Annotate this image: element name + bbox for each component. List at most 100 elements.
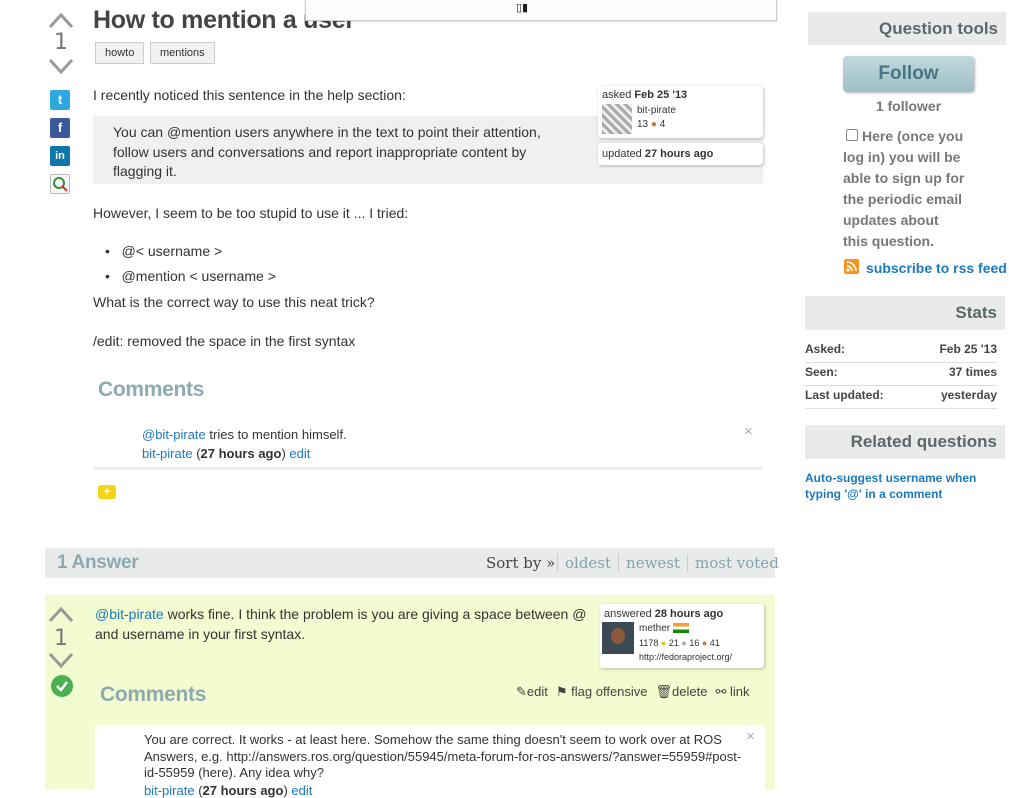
facebook-icon[interactable]: f xyxy=(50,118,70,138)
comment-author[interactable]: bit-pirate xyxy=(142,446,193,461)
answers-count: 1 Answer xyxy=(57,552,139,573)
gold-count: 21 xyxy=(668,638,679,648)
edit-control[interactable]: ✎edit xyxy=(516,684,548,700)
floating-popup: ▯▮ xyxy=(305,0,777,21)
tag-mentions[interactable]: mentions xyxy=(150,42,215,64)
stat-label: Asked: xyxy=(805,342,846,356)
bronze-count: 41 xyxy=(709,638,720,648)
stats-header: Stats xyxy=(805,296,1005,330)
answer-mention[interactable]: @bit-pirate xyxy=(95,606,164,622)
rss-link[interactable]: subscribe to rss feed xyxy=(866,260,1007,276)
comment-time: 27 hours ago xyxy=(200,446,282,461)
updated-card: updated 27 hours ago xyxy=(598,143,763,165)
question-tools-header: Question tools xyxy=(808,12,1006,45)
vote-up-icon[interactable] xyxy=(48,11,74,29)
stat-row-asked: Asked: Feb 25 '13 xyxy=(805,342,997,363)
answered-user[interactable]: mether xyxy=(639,623,670,634)
linkedin-icon[interactable]: in xyxy=(50,146,70,166)
follow-button[interactable]: Follow xyxy=(843,56,974,92)
answered-site[interactable]: http://fedoraproject.org/ xyxy=(639,652,732,662)
answered-card: answered 28 hours ago mether 1178 ● 21 ●… xyxy=(600,604,764,668)
sort-by-label: Sort by » xyxy=(486,554,556,572)
sort-oldest[interactable]: oldest xyxy=(557,554,618,572)
asked-badge-count: 4 xyxy=(659,119,666,130)
answer-comment-text: You are correct. It works - at least her… xyxy=(144,732,742,780)
rss-icon[interactable] xyxy=(844,259,859,274)
sort-most-voted[interactable]: most voted xyxy=(687,554,786,572)
trash-icon: 🗑 xyxy=(655,684,673,699)
question-tools-title: Question tools xyxy=(879,19,998,38)
asked-date: Feb 25 '13 xyxy=(634,89,688,101)
bullet-2: • @mention < username > xyxy=(105,268,276,284)
accepted-check-icon[interactable] xyxy=(51,675,73,697)
list-item: @mention < username > xyxy=(121,268,276,284)
answered-time: 28 hours ago xyxy=(654,608,724,620)
question-body-p2: However, I seem to be too stupid to use … xyxy=(93,205,409,221)
answer-vote-count: 1 xyxy=(54,626,68,651)
link-label: link xyxy=(730,684,750,699)
bronze-badge-icon: ● xyxy=(701,638,708,648)
silver-count: 16 xyxy=(689,638,700,648)
edit-label: edit xyxy=(526,684,548,699)
stat-row-updated: Last updated: yesterday xyxy=(805,388,997,409)
vote-up-icon[interactable] xyxy=(48,605,74,623)
stat-label: Last updated: xyxy=(805,388,884,402)
sort-newest[interactable]: newest xyxy=(618,554,687,572)
avatar[interactable] xyxy=(602,622,634,654)
question-quote-text: You can @mention users anywhere in the t… xyxy=(113,124,541,179)
link-control[interactable]: ⚯ link xyxy=(715,684,749,700)
vote-down-icon[interactable] xyxy=(48,58,74,76)
question-vote-count: 1 xyxy=(54,30,68,55)
comment-delete-icon[interactable]: × xyxy=(746,728,755,745)
india-flag-icon xyxy=(672,623,689,634)
comment-edit-link[interactable]: edit xyxy=(289,446,310,461)
related-question-link[interactable]: Auto-suggest username when typing '@' in… xyxy=(805,470,1005,502)
question-body-p4: /edit: removed the space in the first sy… xyxy=(93,333,356,349)
asked-label: asked xyxy=(602,89,632,101)
sort-options: oldest newest most voted xyxy=(557,554,786,572)
popup-handle-icon: ▯▮ xyxy=(516,2,529,14)
related-title: Related questions xyxy=(850,432,997,451)
answer-comment: You are correct. It works - at least her… xyxy=(95,725,765,798)
email-note: Here (once you log in) you will be able … xyxy=(843,128,965,249)
bullet-1: • @< username > xyxy=(105,243,223,259)
comment-delete-icon[interactable]: × xyxy=(744,423,753,440)
link-icon: ⚯ xyxy=(715,684,727,699)
delete-control[interactable]: 🗑delete xyxy=(656,684,708,700)
flag-control[interactable]: ⚑ flag offensive xyxy=(556,684,648,700)
answer-comments-title: Comments xyxy=(100,683,207,706)
answer-body: @bit-pirate works fine. I think the prob… xyxy=(95,605,590,644)
question-body-p3: What is the correct way to use this neat… xyxy=(93,294,375,310)
comment-time: 27 hours ago xyxy=(202,783,284,798)
flag-label: flag offensive xyxy=(571,684,648,699)
identica-icon[interactable] xyxy=(50,174,70,194)
gold-badge-icon: ● xyxy=(660,638,667,648)
answer-text: works fine. I think the problem is you a… xyxy=(95,606,587,642)
comment-mention[interactable]: @bit-pirate xyxy=(142,427,206,442)
avatar[interactable] xyxy=(602,104,632,134)
answer-controls: ✎edit ⚑ flag offensive 🗑delete ⚯ link xyxy=(516,684,750,700)
updated-time: 27 hours ago xyxy=(644,148,714,160)
flag-icon: ⚑ xyxy=(555,684,568,699)
stat-value: yesterday xyxy=(940,388,997,402)
answered-label: answered xyxy=(604,608,652,620)
twitter-icon[interactable]: t xyxy=(50,90,70,110)
vote-down-icon[interactable] xyxy=(48,652,74,670)
pencil-icon: ✎ xyxy=(516,684,527,699)
stat-value: Feb 25 '13 xyxy=(939,342,997,356)
related-header: Related questions xyxy=(805,425,1005,459)
delete-label: delete xyxy=(672,684,708,699)
stats-title: Stats xyxy=(955,303,997,322)
answered-rep: 1178 xyxy=(639,638,659,648)
comment-edit-link[interactable]: edit xyxy=(291,783,312,798)
stat-value: 37 times xyxy=(948,365,997,379)
list-item: @< username > xyxy=(121,243,223,259)
add-comment-icon[interactable]: + xyxy=(98,485,116,499)
comment-author[interactable]: bit-pirate xyxy=(144,783,195,798)
stat-row-seen: Seen: 37 times xyxy=(805,365,997,386)
tag-howto[interactable]: howto xyxy=(95,42,145,64)
asked-card: asked Feb 25 '13 bit-pirate 13 ● 4 xyxy=(598,86,763,138)
asked-user[interactable]: bit-pirate xyxy=(637,105,676,116)
bronze-badge-icon: ● xyxy=(650,119,657,130)
comment-text: tries to mention himself. xyxy=(205,427,347,442)
